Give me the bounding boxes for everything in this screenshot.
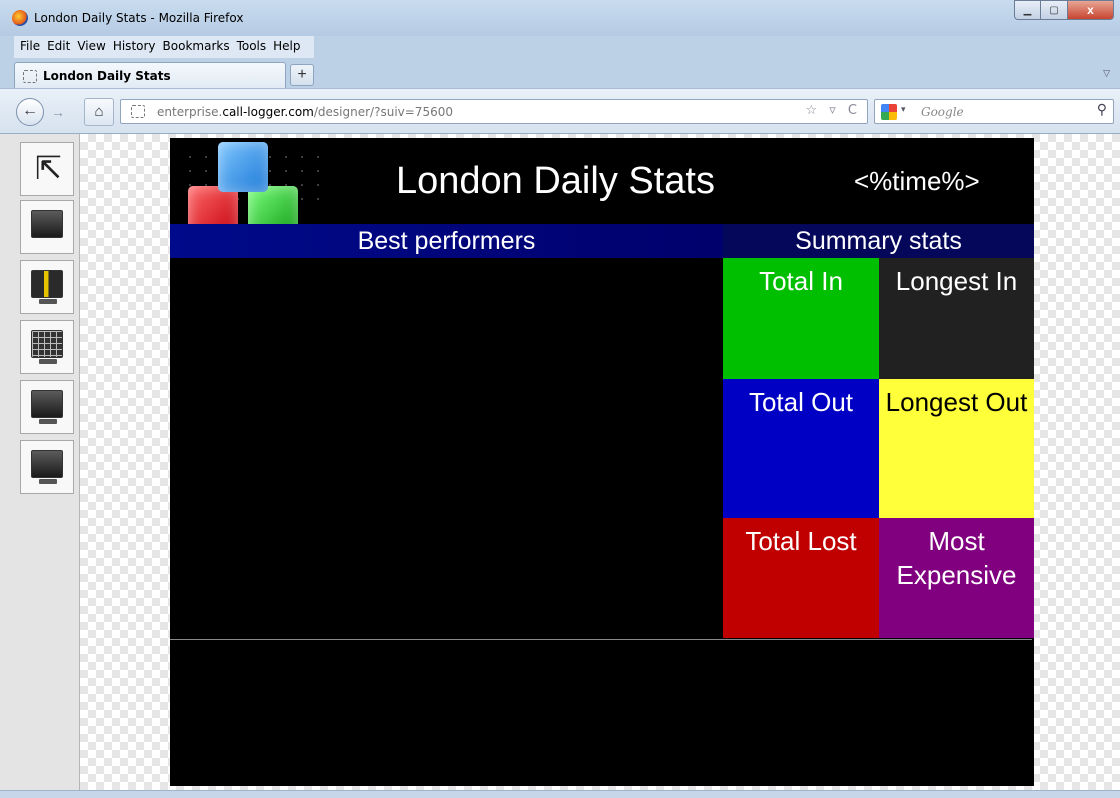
tab-strip: London Daily Stats + ▽: [0, 58, 1120, 88]
url-prefix: enterprise.: [157, 105, 223, 119]
tile-longest-out[interactable]: Longest Out: [879, 379, 1034, 518]
video-player-icon: [31, 210, 63, 238]
tab-label: London Daily Stats: [43, 69, 171, 83]
footer-panel[interactable]: [170, 639, 1032, 784]
back-arrow-icon: ←: [22, 102, 38, 119]
menu-bookmarks[interactable]: Bookmarks: [163, 36, 235, 58]
monitor-gauge-icon: [31, 270, 63, 298]
url-domain: call-logger.com: [222, 105, 314, 119]
page-icon: [23, 70, 37, 83]
menu-tools[interactable]: Tools: [237, 36, 272, 58]
firefox-icon: [12, 10, 28, 26]
home-icon: ⌂: [94, 103, 104, 120]
best-performers-header[interactable]: Best performers: [170, 224, 723, 258]
tile-total-in[interactable]: Total In: [723, 258, 879, 379]
monitor-stand: [39, 419, 57, 424]
gauge-tool[interactable]: [20, 260, 74, 314]
status-bar: [0, 790, 1120, 798]
navigation-toolbar: ← → ⌂ enterprise.call-logger.com/designe…: [0, 88, 1120, 134]
menu-help[interactable]: Help: [273, 36, 305, 58]
forward-arrow-icon: →: [51, 104, 65, 120]
video-tool[interactable]: [20, 200, 74, 254]
site-identity-icon[interactable]: [131, 105, 145, 118]
url-bar[interactable]: enterprise.call-logger.com/designer/?sui…: [120, 99, 868, 124]
time-placeholder[interactable]: <%time%>: [854, 166, 980, 197]
minimize-button[interactable]: ▁: [1014, 0, 1041, 20]
url-path: /designer/?suiv=75600: [313, 105, 453, 119]
save-tool[interactable]: [20, 440, 74, 494]
back-button[interactable]: ←: [16, 98, 44, 126]
menubar: File Edit View History Bookmarks Tools H…: [14, 36, 314, 58]
tile-total-out[interactable]: Total Out: [723, 379, 879, 518]
window-titlebar: London Daily Stats - Mozilla Firefox ▁ ▢…: [0, 0, 1120, 36]
search-bar[interactable]: ▾ Google ⚲: [874, 99, 1114, 124]
window-controls: ▁ ▢ x: [1014, 0, 1114, 20]
monitor-list-icon: [31, 390, 63, 418]
pointer-tool[interactable]: ⇱: [20, 142, 74, 196]
page-content: ⇱ London Daily Stats <%time%> Best perfo…: [0, 134, 1120, 790]
close-icon: x: [1087, 3, 1094, 17]
forward-button[interactable]: →: [46, 103, 70, 121]
best-performers-panel[interactable]: [170, 258, 723, 638]
window-title: London Daily Stats - Mozilla Firefox: [34, 11, 244, 25]
maximize-icon: ▢: [1049, 4, 1059, 16]
tab-london-daily-stats[interactable]: London Daily Stats: [14, 62, 286, 88]
menu-view[interactable]: View: [77, 36, 110, 58]
close-button[interactable]: x: [1068, 0, 1114, 20]
search-placeholder: Google: [921, 105, 964, 119]
dashboard-canvas[interactable]: London Daily Stats <%time%> Best perform…: [170, 138, 1034, 786]
google-icon[interactable]: [881, 104, 897, 120]
chevron-down-icon[interactable]: ▽: [1103, 68, 1110, 79]
designer-toolbox: ⇱: [0, 134, 80, 790]
tile-longest-in[interactable]: Longest In: [879, 258, 1034, 379]
tile-total-lost[interactable]: Total Lost: [723, 518, 879, 638]
search-icon[interactable]: ⚲: [1097, 102, 1107, 118]
tile-most-expensive[interactable]: Most Expensive: [879, 518, 1034, 638]
bookmark-star-icon[interactable]: ☆ ▿ C: [805, 103, 861, 118]
maximize-button[interactable]: ▢: [1041, 0, 1068, 20]
back-forward-group: ← →: [16, 98, 76, 126]
home-button[interactable]: ⌂: [84, 98, 114, 126]
new-tab-button[interactable]: +: [290, 64, 314, 86]
menu-file[interactable]: File: [20, 36, 45, 58]
list-tool[interactable]: [20, 380, 74, 434]
blue-cube-icon: [218, 142, 268, 192]
cursor-arrow-icon: ⇱: [35, 150, 62, 186]
monitor-grid-icon: [31, 330, 63, 358]
menu-edit[interactable]: Edit: [47, 36, 75, 58]
summary-stats-header[interactable]: Summary stats: [723, 224, 1034, 258]
monitor-stand: [39, 299, 57, 304]
menu-history[interactable]: History: [113, 36, 161, 58]
monitor-disk-icon: [31, 450, 63, 478]
search-engine-dropdown-icon[interactable]: ▾: [901, 105, 906, 115]
monitor-stand: [39, 359, 57, 364]
monitor-stand: [39, 479, 57, 484]
dashboard-header[interactable]: London Daily Stats <%time%>: [170, 138, 1034, 236]
minimize-icon: ▁: [1023, 4, 1032, 16]
grid-tool[interactable]: [20, 320, 74, 374]
dashboard-title[interactable]: London Daily Stats: [396, 160, 715, 203]
